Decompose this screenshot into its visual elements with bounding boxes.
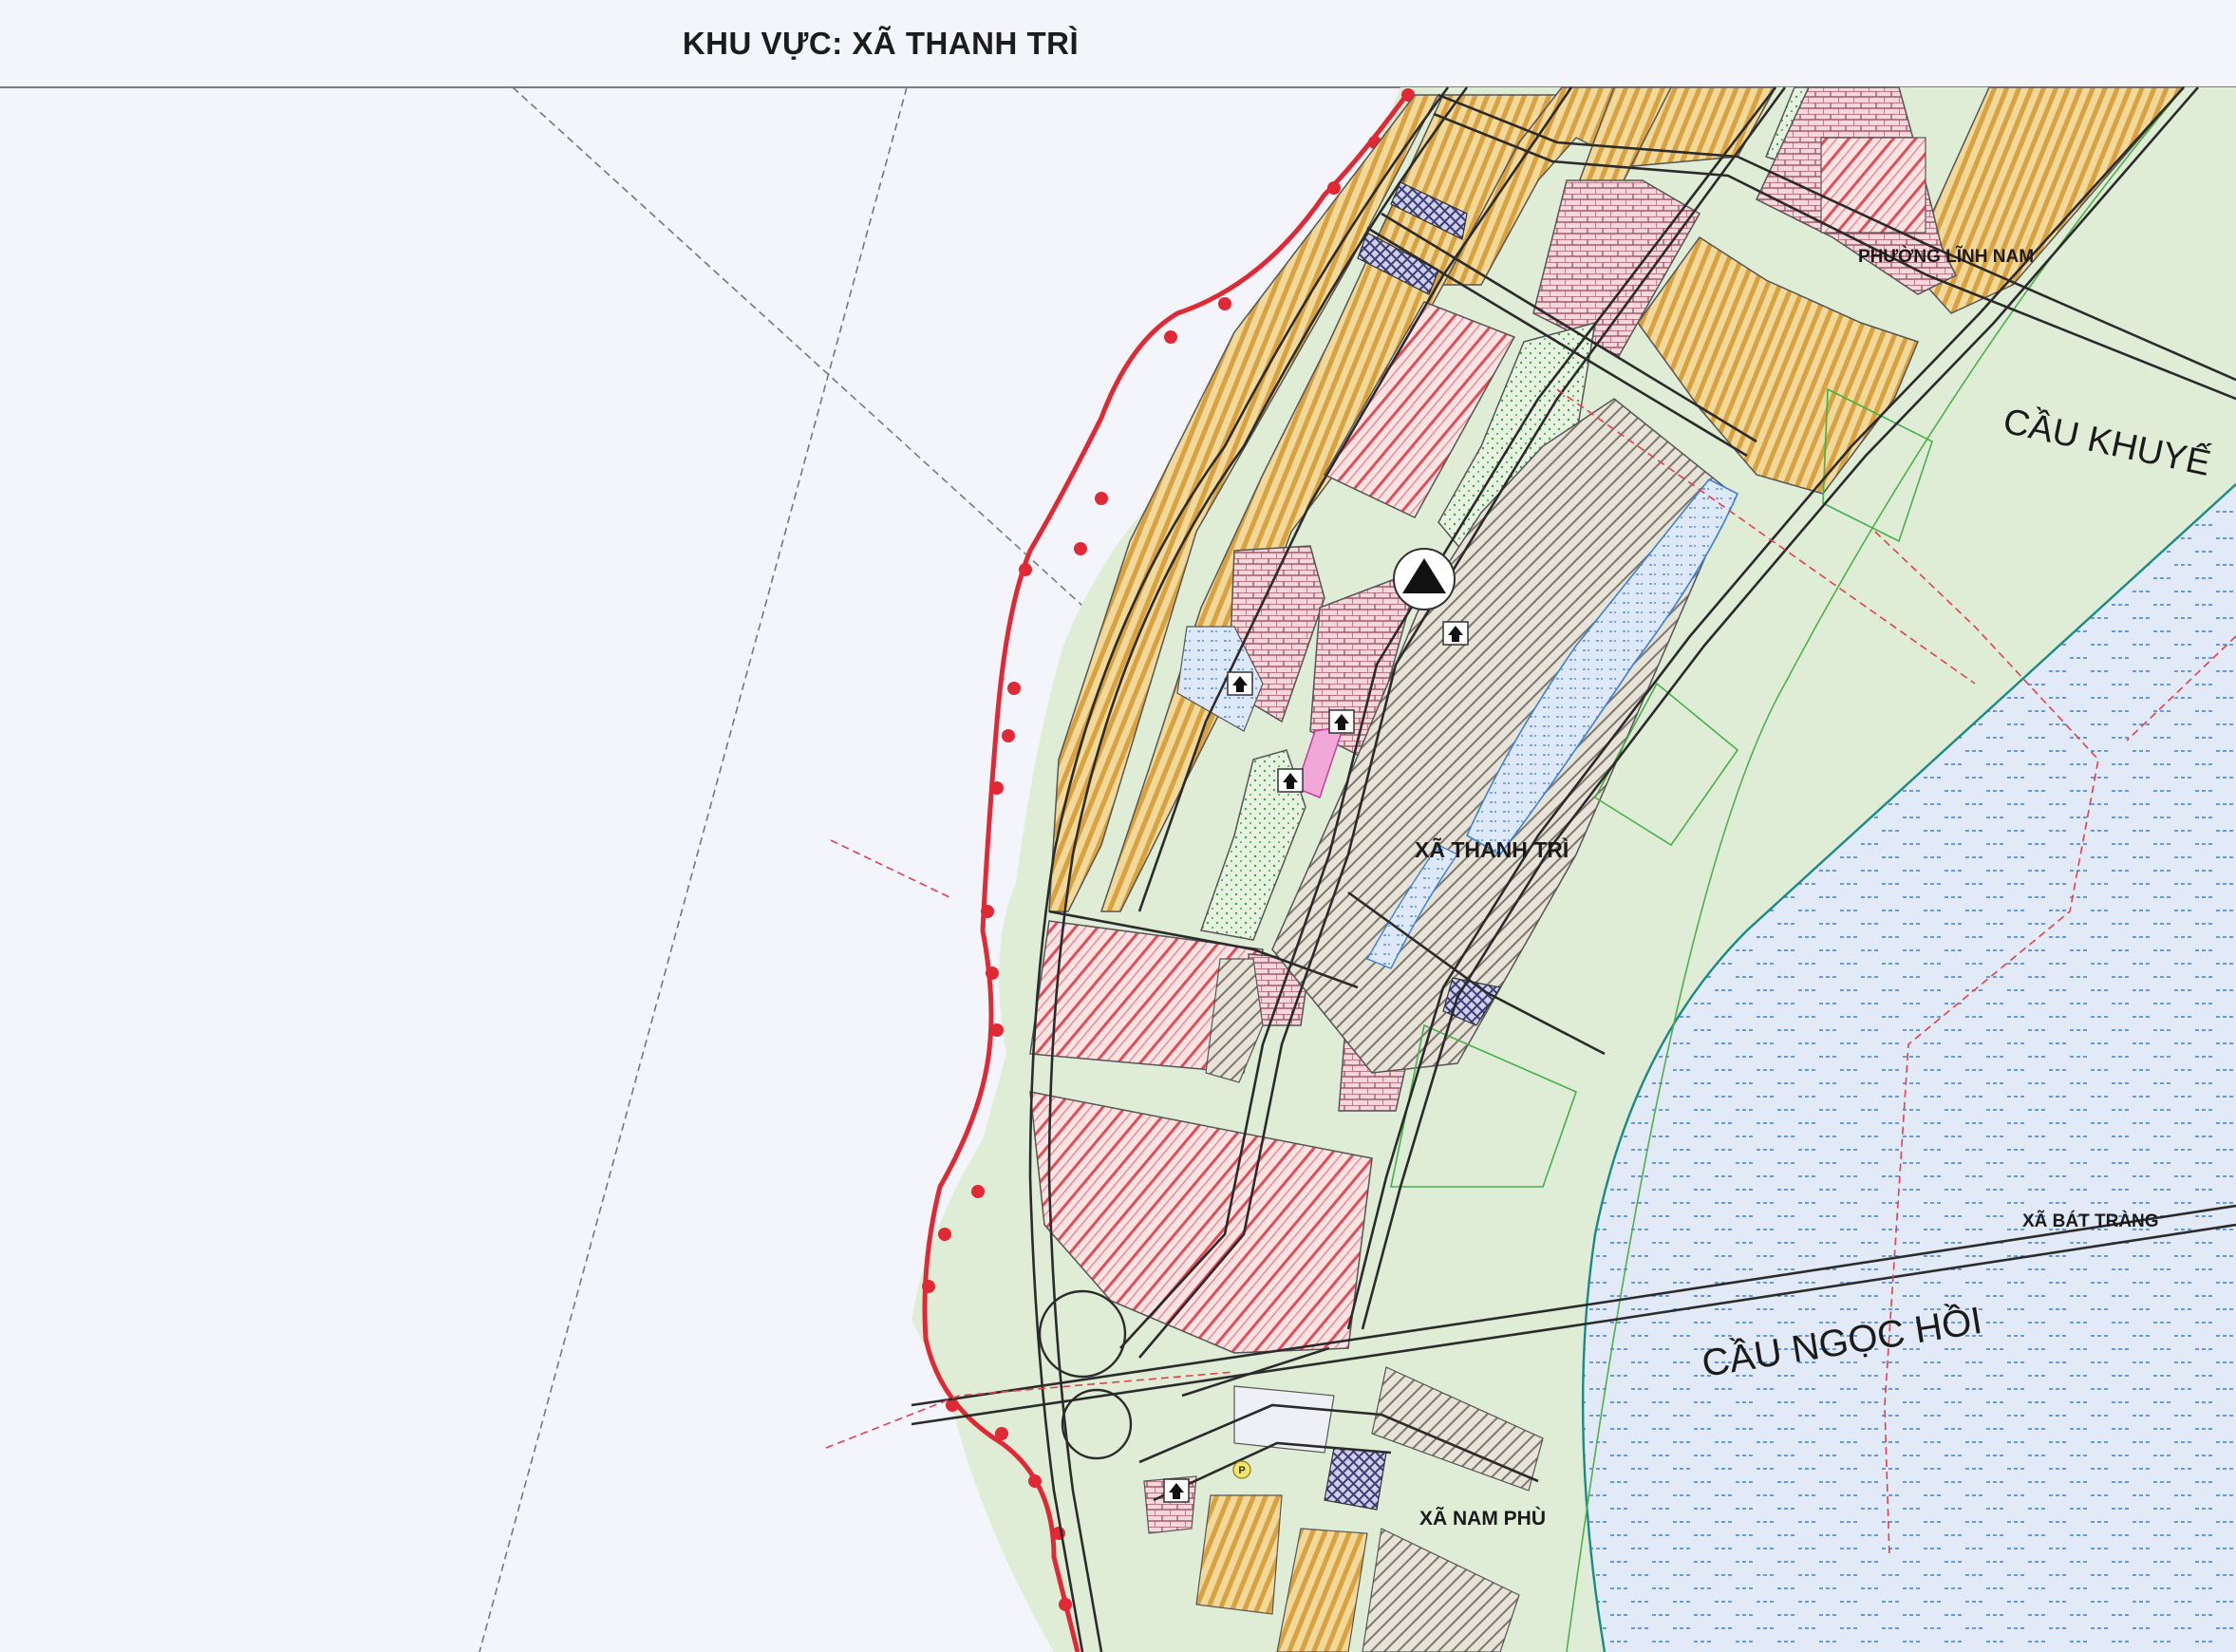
label-phuong-linh-nam: PHƯỜNG LĨNH NAM <box>1858 246 2034 267</box>
residential-zone <box>1195 1494 1283 1615</box>
house-icon[interactable] <box>1277 768 1304 793</box>
house-icon[interactable] <box>1328 709 1355 734</box>
label-xa-nam-phu: XÃ NAM PHÙ <box>1419 1507 1546 1530</box>
house-icon[interactable] <box>1163 1478 1190 1503</box>
industrial-zone <box>1324 1447 1387 1511</box>
label-xa-bat-trang: XÃ BÁT TRÀNG <box>2022 1211 2159 1231</box>
admin-boundary-line <box>479 86 908 1652</box>
parking-icon[interactable]: P <box>1232 1460 1251 1479</box>
house-icon[interactable] <box>1442 621 1469 646</box>
house-icon[interactable] <box>1227 671 1253 696</box>
planning-map[interactable]: P XÃ THANH TRÌ PHƯỜNG LĨNH NAM CẦU KHUYẾ… <box>0 0 2236 1652</box>
label-xa-thanh-tri: XÃ THANH TRÌ <box>1415 836 1569 862</box>
svg-text:P: P <box>1238 1465 1245 1476</box>
